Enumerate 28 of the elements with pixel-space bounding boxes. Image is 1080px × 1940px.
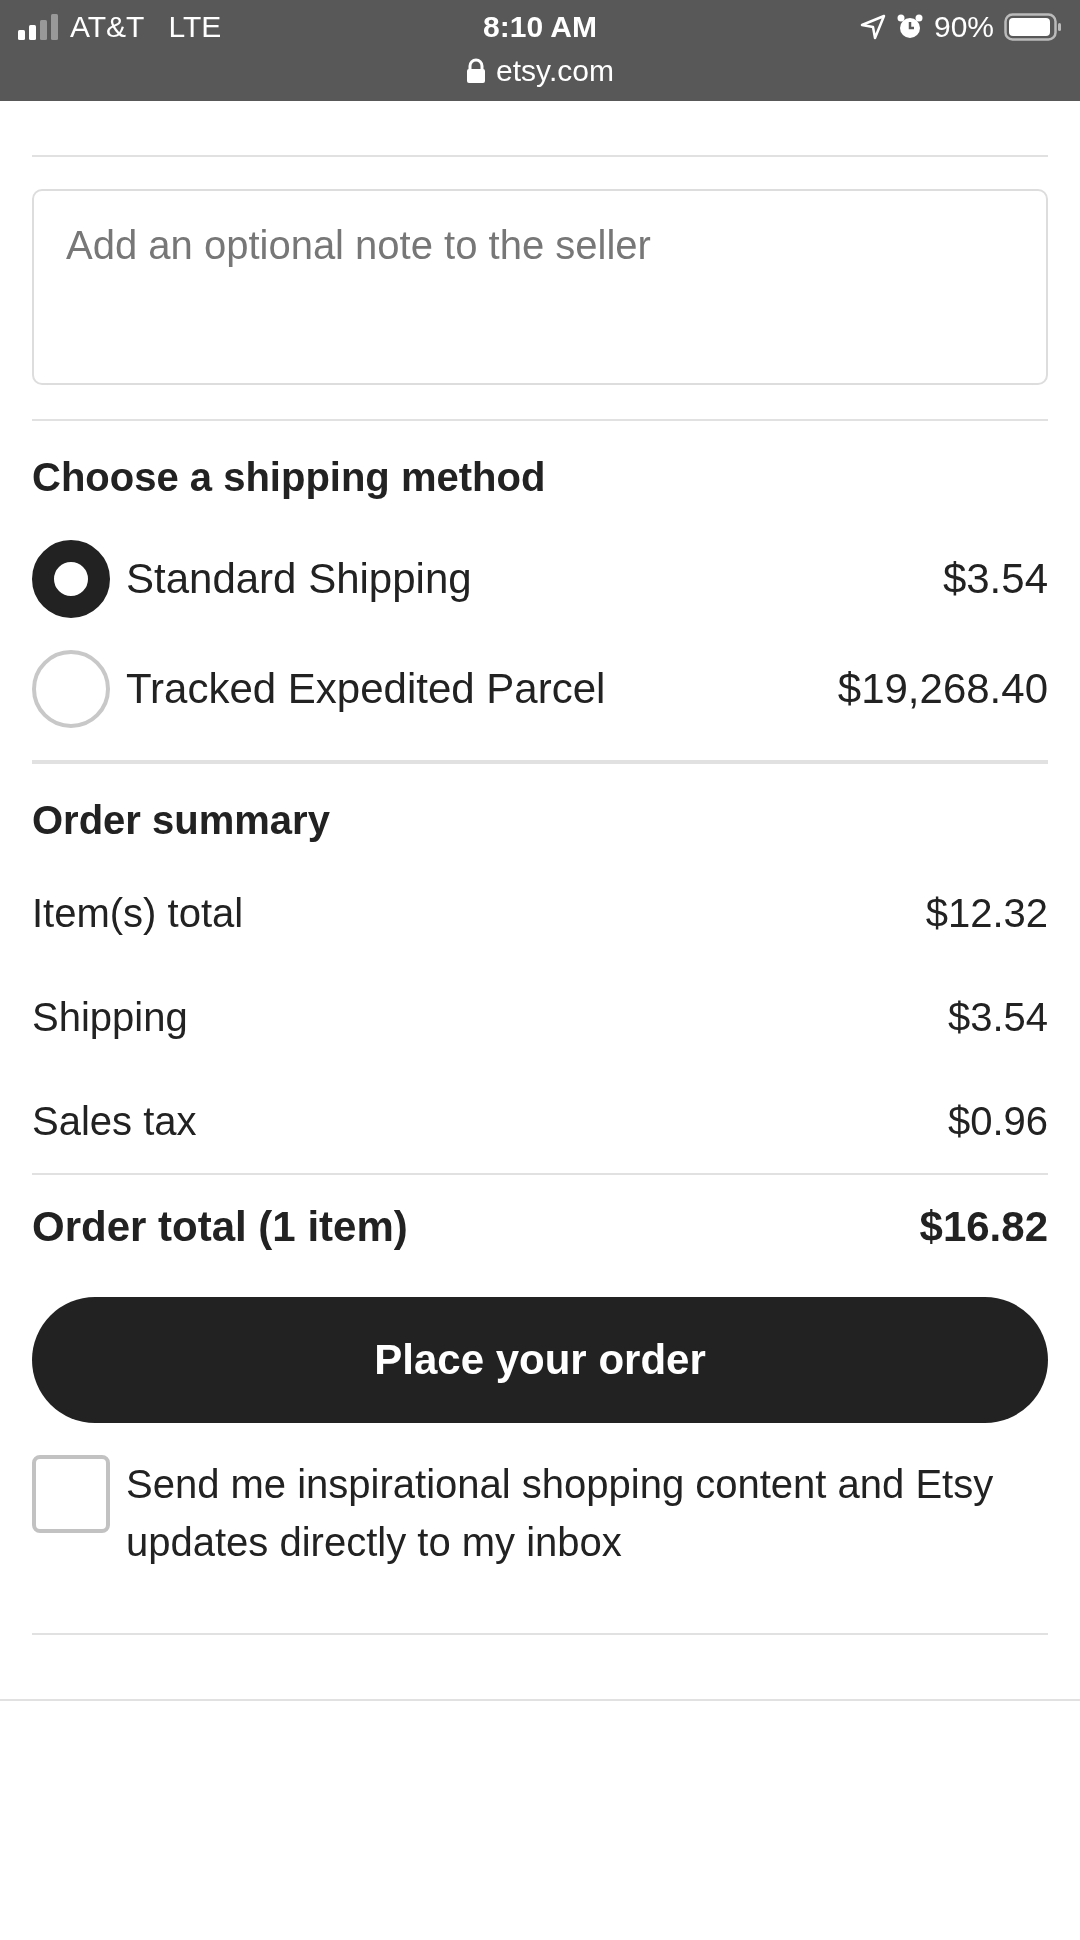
summary-value: $0.96 <box>947 1098 1048 1144</box>
location-arrow-icon <box>859 14 886 40</box>
battery-icon <box>1004 13 1062 41</box>
lock-icon <box>466 58 487 84</box>
battery-percent: 90% <box>933 10 994 44</box>
total-label: Order total (1 item) <box>32 1203 408 1251</box>
shipping-price: $19,268.40 <box>837 665 1048 713</box>
summary-label: Sales tax <box>32 1098 197 1144</box>
summary-value: $3.54 <box>947 994 1048 1040</box>
note-field[interactable]: Add an optional note to the seller <box>32 189 1048 385</box>
newsletter-text: Send me inspirational shopping content and Etsy updates directly to my inbox <box>126 1461 995 1566</box>
summary-value: $12.32 <box>925 890 1048 936</box>
place-order-button[interactable]: Place your order <box>32 1297 1048 1423</box>
section-heading: Choose a shipping method <box>32 455 547 500</box>
signal-icon <box>18 14 60 40</box>
summary-label: Item(s) total <box>32 890 244 936</box>
alarm-clock-icon <box>895 13 924 41</box>
shipping-price: $3.54 <box>942 555 1048 603</box>
network-label: LTE <box>168 10 222 44</box>
total-value: $16.82 <box>919 1203 1048 1251</box>
section-heading: Order summary <box>32 798 331 843</box>
shipping-option-label: Standard Shipping <box>126 555 473 603</box>
shipping-option-label: Tracked Expedited Parcel <box>126 665 607 713</box>
clock-time: 8:10 AM <box>483 10 597 44</box>
url-text[interactable]: etsy.com <box>496 54 614 88</box>
checkbox[interactable] <box>32 1455 110 1533</box>
summary-label: Shipping <box>32 994 188 1040</box>
carrier-label: AT&T <box>70 10 145 44</box>
